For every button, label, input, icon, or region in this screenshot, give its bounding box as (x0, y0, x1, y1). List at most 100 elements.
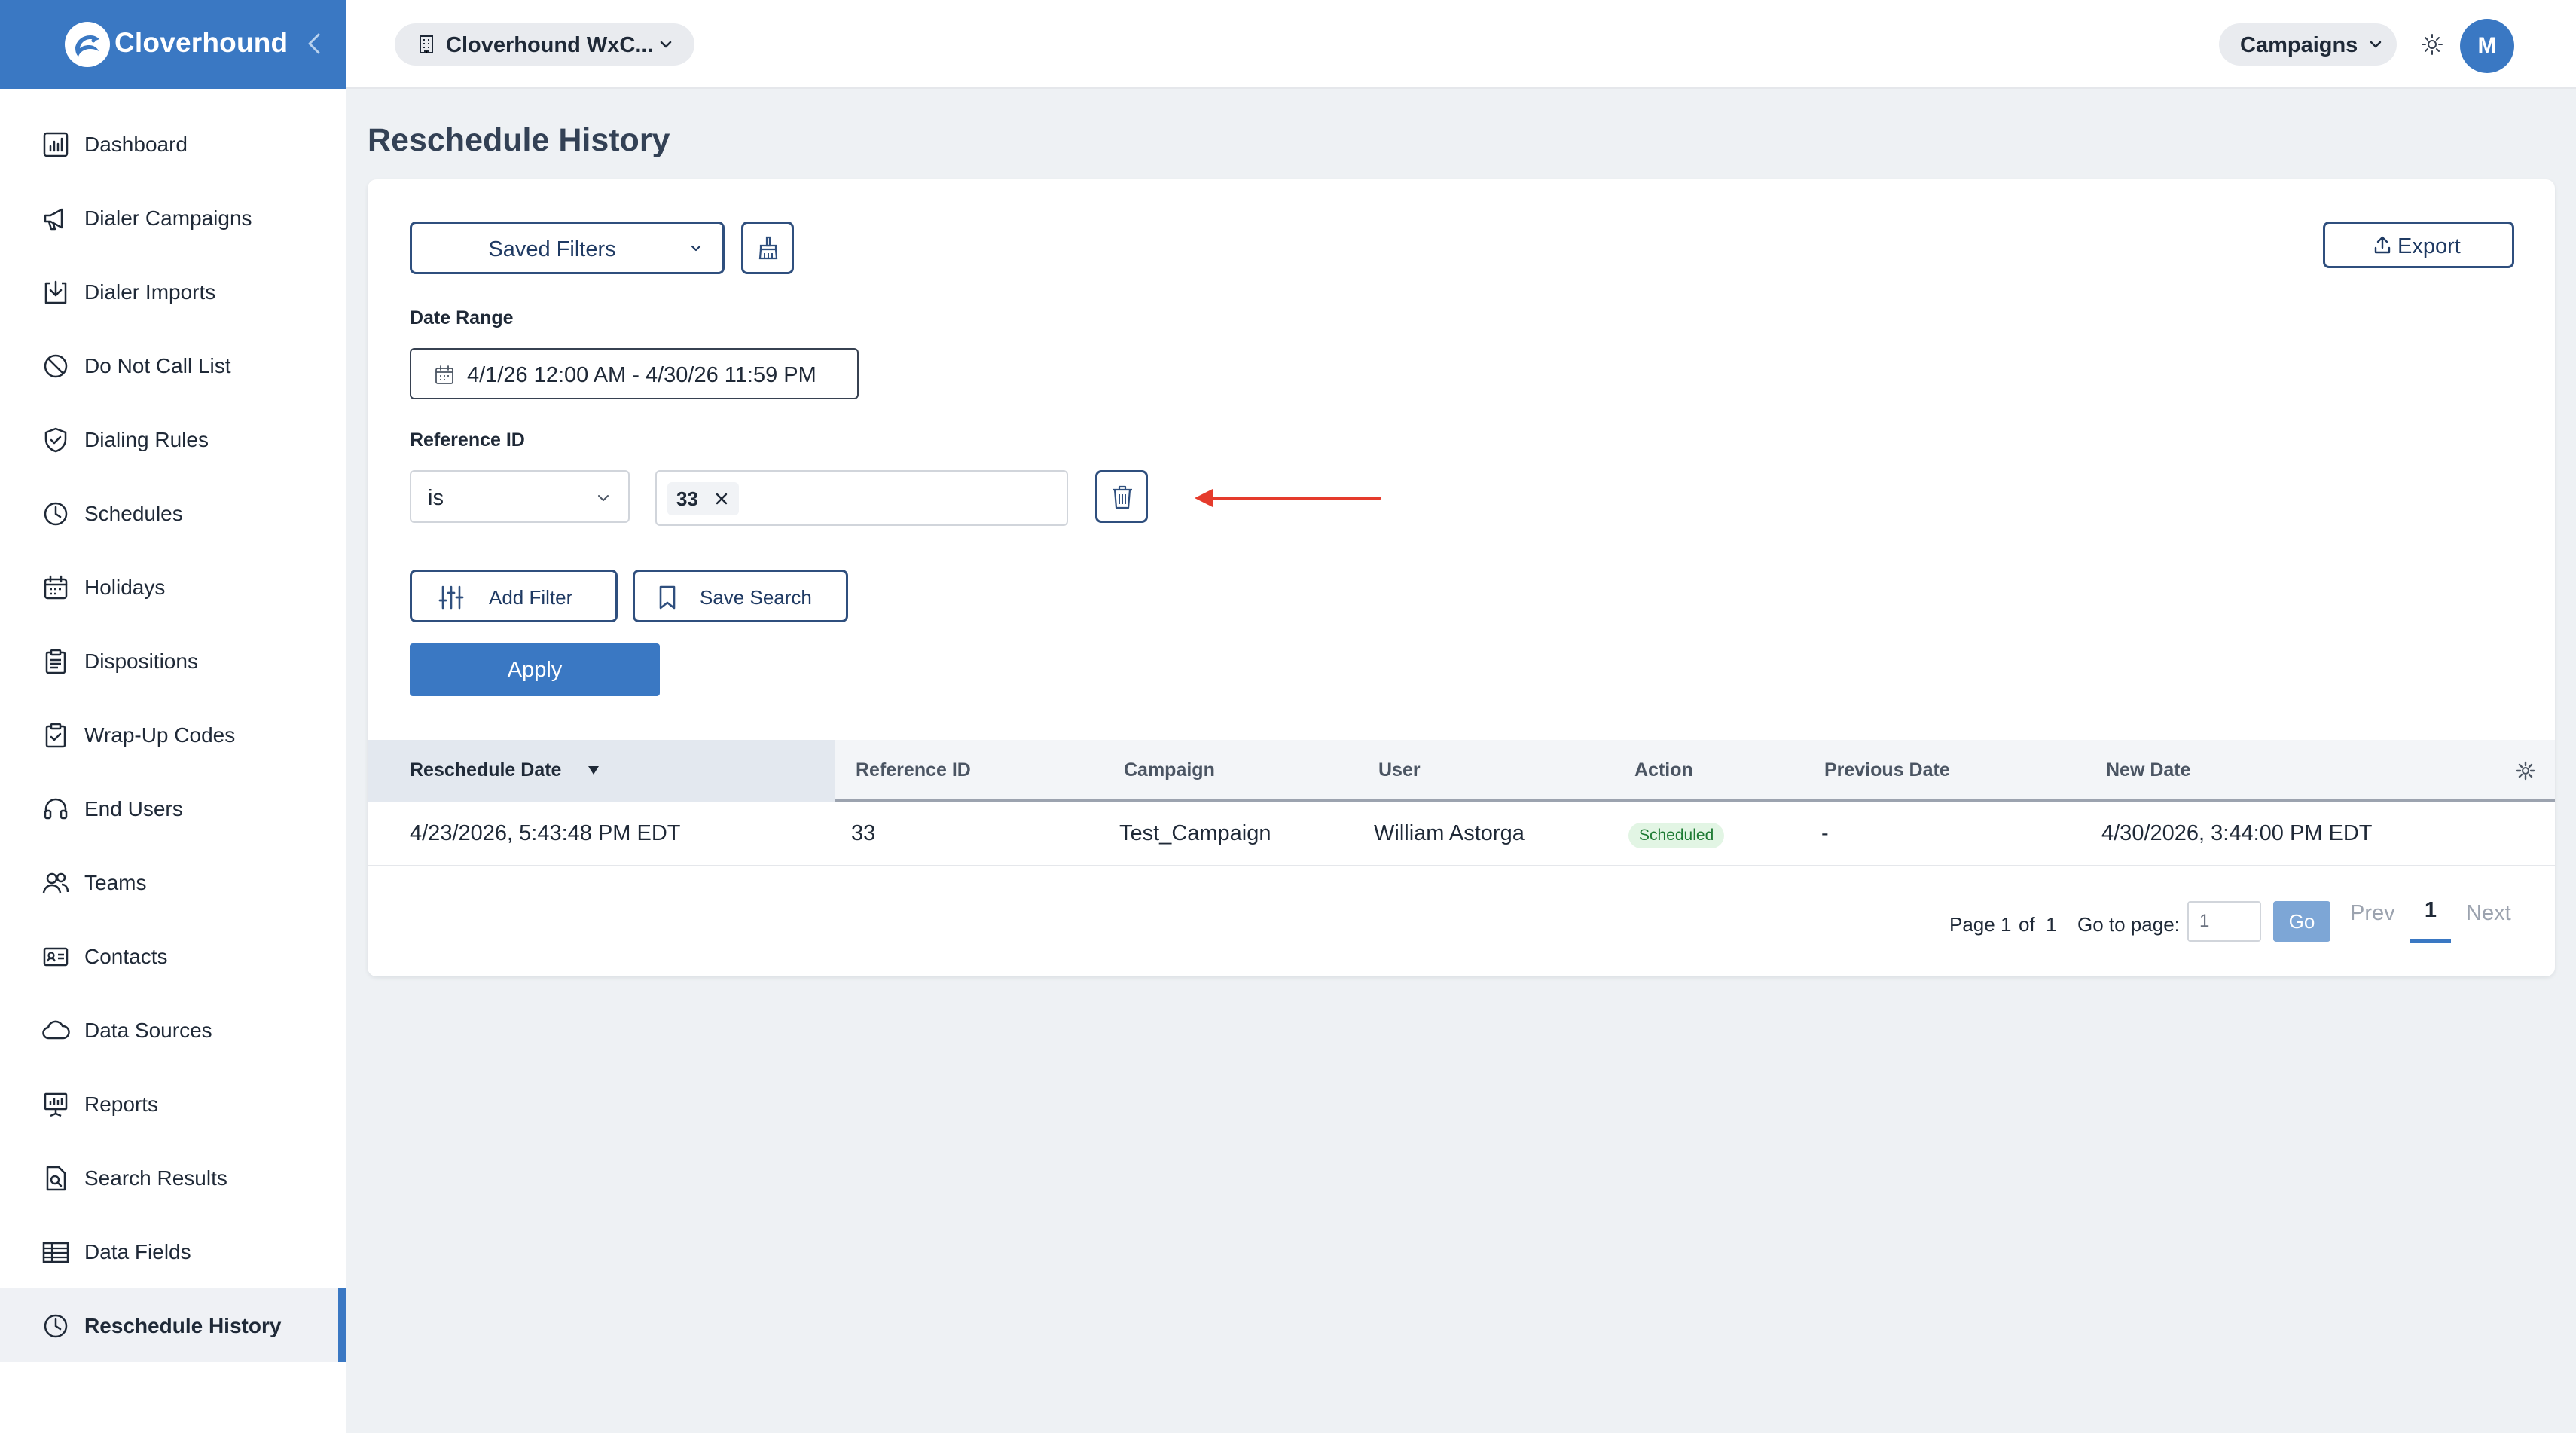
reschedule-history-card: Saved Filters Export Date Range 4/1/26 1… (368, 179, 2555, 976)
chevron-down-icon (657, 35, 675, 53)
saved-filters-dropdown[interactable]: Saved Filters (410, 222, 725, 274)
file-search-icon (41, 1163, 71, 1193)
reference-id-operator-select[interactable]: is (410, 470, 630, 523)
sidebar-item-dashboard[interactable]: Dashboard (0, 107, 346, 181)
sidebar-item-dialer-campaigns[interactable]: Dialer Campaigns (0, 181, 346, 255)
save-search-button[interactable]: Save Search (633, 570, 848, 622)
calendar-icon (435, 365, 453, 384)
prev-page-button[interactable]: Prev (2350, 901, 2395, 926)
sidebar-item-reports[interactable]: Reports (0, 1067, 346, 1141)
column-header-reference-id[interactable]: Reference ID (856, 759, 971, 781)
campaigns-menu[interactable]: Campaigns (2219, 23, 2397, 66)
sidebar-item-wrap-up-codes[interactable]: Wrap-Up Codes (0, 698, 346, 771)
cloud-icon (41, 1016, 71, 1046)
clock-icon (41, 499, 71, 529)
sidebar-item-end-users[interactable]: End Users (0, 771, 346, 845)
sidebar-item-data-fields[interactable]: Data Fields (0, 1215, 346, 1288)
column-header-reschedule-date[interactable]: Reschedule Date (410, 759, 561, 781)
export-button[interactable]: Export (2323, 222, 2514, 268)
reference-id-chip: 33 (667, 482, 739, 515)
clipboard-check-icon (41, 720, 71, 750)
export-label: Export (2397, 234, 2461, 258)
chevron-down-icon (595, 490, 612, 506)
sidebar-item-label: Search Results (84, 1166, 227, 1190)
trash-icon (1113, 485, 1132, 509)
headset-icon (41, 794, 71, 824)
sidebar-item-label: Reschedule History (84, 1314, 282, 1337)
clock-icon (41, 1311, 71, 1341)
top-bar: Cloverhound WxC... Campaigns M (346, 0, 2576, 89)
campaigns-menu-label: Campaigns (2240, 33, 2358, 57)
cell-reference-id: 33 (851, 821, 876, 845)
sidebar-nav: Dashboard Dialer Campaigns Dialer Import… (0, 107, 346, 1362)
contact-card-icon (41, 942, 71, 972)
sidebar-item-reschedule-history[interactable]: Reschedule History (0, 1288, 346, 1362)
cell-reschedule-date: 4/23/2026, 5:43:48 PM EDT (410, 821, 681, 845)
column-header-action[interactable]: Action (1634, 759, 1693, 781)
cell-previous-date: - (1821, 821, 1829, 845)
sidebar-item-label: Wrap-Up Codes (84, 723, 236, 747)
operator-value: is (428, 486, 444, 510)
chevron-down-icon (2367, 35, 2385, 53)
sidebar-item-label: Dialing Rules (84, 428, 209, 451)
sidebar-item-label: Data Sources (84, 1019, 212, 1042)
chevron-left-icon (308, 33, 320, 54)
upload-icon (2374, 236, 2391, 254)
of-label: of (2019, 913, 2035, 936)
reference-id-value-input[interactable]: 33 (655, 470, 1068, 526)
next-page-button[interactable]: Next (2466, 901, 2511, 926)
page-prefix-label: Page (1949, 913, 1995, 936)
add-filter-label: Add Filter (489, 586, 573, 609)
column-settings-gear-icon[interactable] (2516, 761, 2535, 781)
sort-descending-icon[interactable] (586, 764, 601, 778)
pagination: Page 1 of 1 Go to page: 1 Go Prev 1 Next (0, 898, 2576, 946)
table-row[interactable]: 4/23/2026, 5:43:48 PM EDT 33 Test_Campai… (368, 802, 2555, 866)
sidebar-item-label: Holidays (84, 576, 166, 599)
saved-filters-label: Saved Filters (488, 237, 616, 261)
annotation-arrow-icon (1192, 479, 1383, 517)
date-range-picker[interactable]: 4/1/26 12:00 AM - 4/30/26 11:59 PM (410, 348, 859, 399)
sidebar-item-label: Dashboard (84, 133, 188, 156)
column-header-previous-date[interactable]: Previous Date (1824, 759, 1950, 781)
remove-chip-close-icon[interactable] (713, 490, 730, 507)
collapse-sidebar-button[interactable] (300, 29, 330, 59)
go-button[interactable]: Go (2273, 901, 2330, 942)
sidebar-item-label: End Users (84, 797, 183, 820)
page-1-button[interactable]: 1 (2410, 898, 2451, 943)
sidebar-item-schedules[interactable]: Schedules (0, 476, 346, 550)
user-avatar[interactable]: M (2460, 19, 2514, 73)
column-header-campaign[interactable]: Campaign (1124, 759, 1215, 781)
date-range-value: 4/1/26 12:00 AM - 4/30/26 11:59 PM (467, 363, 816, 387)
column-header-user[interactable]: User (1378, 759, 1421, 781)
sidebar-item-label: Do Not Call List (84, 354, 231, 377)
brand-header: Cloverhound (0, 0, 346, 89)
import-icon (41, 277, 71, 307)
add-filter-button[interactable]: Add Filter (410, 570, 618, 622)
megaphone-icon (41, 203, 71, 234)
clear-filters-button[interactable] (741, 222, 794, 274)
sidebar-item-label: Reports (84, 1092, 159, 1116)
sidebar-item-data-sources[interactable]: Data Sources (0, 993, 346, 1067)
table-icon (41, 1237, 71, 1267)
sidebar-item-holidays[interactable]: Holidays (0, 550, 346, 624)
sidebar-item-label: Dialer Campaigns (84, 206, 252, 230)
sidebar-item-search-results[interactable]: Search Results (0, 1141, 346, 1215)
organization-switcher[interactable]: Cloverhound WxC... (395, 23, 694, 66)
clipboard-icon (41, 646, 71, 677)
delete-filter-button[interactable] (1095, 470, 1148, 523)
go-to-page-label: Go to page: (2077, 913, 2180, 936)
sidebar-item-dialer-imports[interactable]: Dialer Imports (0, 255, 346, 328)
sidebar-item-do-not-call-list[interactable]: Do Not Call List (0, 328, 346, 402)
go-to-page-input[interactable]: 1 (2187, 901, 2261, 942)
sidebar-item-dialing-rules[interactable]: Dialing Rules (0, 402, 346, 476)
sidebar-item-dispositions[interactable]: Dispositions (0, 624, 346, 698)
theme-toggle-button[interactable] (2419, 32, 2445, 57)
apply-button[interactable]: Apply (410, 643, 660, 696)
column-header-new-date[interactable]: New Date (2106, 759, 2191, 781)
app-root: Cloverhound Dashboard Dialer Campaigns D… (0, 0, 2576, 1433)
status-badge: Scheduled (1628, 823, 1725, 848)
sidebar-item-label: Dialer Imports (84, 280, 216, 304)
users-icon (41, 868, 71, 898)
sun-icon (2422, 34, 2443, 55)
sidebar-item-label: Teams (84, 871, 147, 894)
